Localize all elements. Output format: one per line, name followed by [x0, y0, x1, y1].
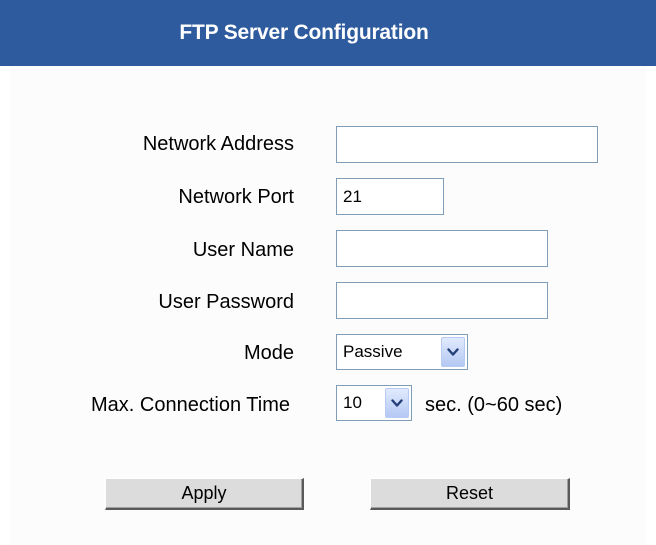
reset-button[interactable]: Reset	[370, 478, 570, 510]
mode-select[interactable]: Passive	[336, 334, 468, 370]
max-connection-time-selected-value: 10	[343, 393, 362, 412]
mode-label: Mode	[243, 342, 294, 364]
max-connection-time-select[interactable]: 10	[336, 385, 412, 421]
chevron-down-icon[interactable]	[441, 337, 465, 367]
title-bar: FTP Server Configuration	[0, 0, 656, 66]
user-name-input[interactable]	[336, 230, 548, 267]
user-password-label: User Password	[158, 291, 294, 313]
user-name-label: User Name	[192, 239, 294, 261]
apply-button[interactable]: Apply	[105, 478, 304, 510]
ftp-config-page: FTP Server Configuration Network Address…	[0, 0, 656, 545]
page-title: FTP Server Configuration	[179, 21, 429, 44]
max-connection-time-label: Max. Connection Time	[91, 394, 290, 416]
mode-selected-value: Passive	[343, 342, 403, 361]
connection-time-range-hint: sec. (0~60 sec)	[425, 394, 563, 416]
network-port-label: Network Port	[178, 186, 294, 208]
network-port-input[interactable]	[336, 178, 444, 215]
chevron-down-icon[interactable]	[385, 388, 409, 418]
network-address-label: Network Address	[142, 133, 294, 155]
network-address-input[interactable]	[336, 126, 598, 163]
user-password-input[interactable]	[336, 282, 548, 319]
